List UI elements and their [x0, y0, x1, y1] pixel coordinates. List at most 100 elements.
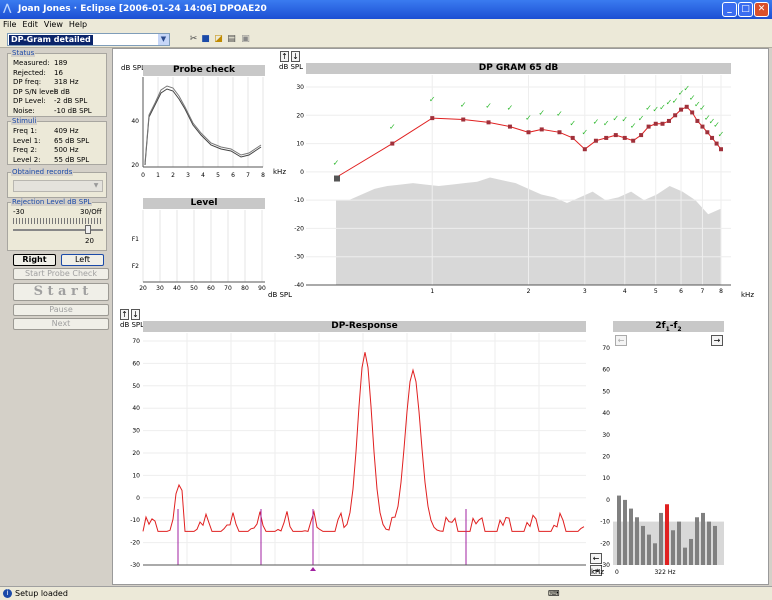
- start-probe-check-button[interactable]: Start Probe Check: [13, 268, 109, 280]
- data-point: [700, 124, 705, 129]
- harmonic-bar: [689, 538, 693, 565]
- x-tick-label: 6: [231, 172, 235, 179]
- pause-button[interactable]: Pause: [13, 304, 109, 316]
- obtained-records-group: Obtained records ▼: [7, 168, 107, 198]
- harmonic-bar: [659, 512, 663, 565]
- harmonic-bar: [623, 499, 627, 565]
- menu-view[interactable]: View: [41, 19, 66, 30]
- y-tick-label: 20: [602, 454, 610, 461]
- records-select[interactable]: ▼: [13, 180, 103, 192]
- rejection-slider-thumb[interactable]: [85, 225, 91, 234]
- data-point: [430, 116, 435, 121]
- keyboard-icon: ⌨: [548, 589, 560, 598]
- harmonic-bar: [701, 512, 705, 565]
- data-point: [705, 130, 710, 135]
- check-mark: ✓: [645, 104, 652, 113]
- harmonic-bar: [647, 534, 651, 565]
- row-label: F1: [132, 236, 139, 243]
- data-point: [613, 133, 618, 138]
- status-group: Status Measured: 189 Rejected: 16 DP freq: 31…: [7, 49, 107, 117]
- data-point: [660, 121, 665, 126]
- check-mark: ✓: [429, 95, 436, 104]
- check-mark: ✓: [333, 159, 340, 168]
- harmonic-bar: [683, 547, 687, 565]
- check-mark: ✓: [612, 114, 619, 123]
- harmonic-bar: [641, 525, 645, 565]
- y-tick-label: -20: [294, 225, 304, 232]
- left-ear-button[interactable]: Left: [61, 254, 104, 266]
- menu-file[interactable]: File: [0, 19, 19, 30]
- kv-label: Rejected:: [13, 68, 46, 77]
- kv-row: DP S/N level: 8 dB: [13, 87, 70, 96]
- view-select-value: DP-Gram detailed: [9, 35, 93, 45]
- menu-edit[interactable]: Edit: [19, 19, 41, 30]
- response-scroll-up-button[interactable]: ↑: [120, 309, 129, 320]
- harmonic-bar: [617, 495, 621, 565]
- kv-row: Measured: 189: [13, 59, 67, 67]
- y-tick-label: -40: [294, 282, 304, 289]
- kv-row: DP Level: -2 dB SPL: [13, 97, 87, 105]
- tools-icon[interactable]: ✂: [188, 33, 199, 45]
- check-mark: ✓: [569, 119, 576, 128]
- row-label: F2: [132, 263, 139, 270]
- edit-icon[interactable]: ◪: [213, 33, 224, 45]
- data-point: [461, 117, 466, 122]
- response-scroll-down-button[interactable]: ↓: [131, 309, 140, 320]
- scroll-down-button[interactable]: ↓: [291, 51, 300, 62]
- scroll-up-button[interactable]: ↑: [280, 51, 289, 62]
- data-point: [557, 130, 562, 135]
- obtained-records-title: Obtained records: [11, 168, 74, 176]
- view-select[interactable]: DP-Gram detailed ▼: [7, 33, 170, 46]
- save-icon[interactable]: ▣: [240, 33, 251, 45]
- y-tick-label: 10: [602, 475, 610, 482]
- probe-check-title: Probe check: [143, 65, 265, 76]
- report-icon[interactable]: ■: [200, 33, 211, 45]
- check-mark: ✓: [525, 113, 532, 122]
- kv-row: Rejected: 16: [13, 68, 63, 77]
- data-point: [593, 138, 598, 143]
- data-point: [507, 124, 512, 129]
- stimuli-group: Stimuli Freq 1: 409 Hz Level 1: 65 dB SPL Fr…: [7, 117, 107, 165]
- close-button[interactable]: ✕: [754, 2, 769, 17]
- menu-help[interactable]: Help: [66, 19, 90, 30]
- left-panel: Status Measured: 189 Rejected: 16 DP freq: 31…: [5, 48, 109, 585]
- kv-value: 409 Hz: [54, 127, 79, 135]
- y-tick-label: 30: [296, 84, 304, 91]
- rejection-value: 20: [85, 237, 94, 245]
- x-tick-label: 8: [261, 172, 265, 179]
- kv-row: Noise: -10 dB SPL: [13, 107, 92, 115]
- right-ear-button[interactable]: Right: [13, 254, 56, 266]
- y-tick-label: -10: [294, 197, 304, 204]
- kv-label: Measured:: [13, 59, 50, 67]
- check-mark: ✓: [630, 122, 637, 131]
- x-tick-label: 4: [201, 172, 205, 179]
- probe-xunit: kHz: [273, 168, 286, 176]
- data-point: [334, 175, 340, 182]
- data-point: [526, 130, 531, 135]
- data-point: [710, 135, 715, 140]
- response-unit-label: dB SPL: [120, 321, 145, 329]
- print-icon[interactable]: ▤: [226, 33, 237, 45]
- kv-label: DP Level:: [13, 97, 46, 105]
- harmonic-bar: [635, 517, 639, 565]
- minimize-button[interactable]: _: [722, 2, 737, 17]
- x-tick-label: 4: [623, 288, 627, 295]
- dpgram-xunit: kHz: [741, 291, 754, 299]
- kv-value: 318 Hz: [54, 78, 79, 86]
- harmonic-bar: [629, 508, 633, 565]
- harmonic-bar: [713, 525, 717, 565]
- prev-button[interactable]: ←: [615, 335, 627, 346]
- next-arrow-button[interactable]: →: [711, 335, 723, 346]
- check-mark: ✓: [389, 123, 396, 132]
- check-mark: ✓: [538, 108, 545, 117]
- data-point: [646, 124, 651, 129]
- next-button[interactable]: Next: [13, 318, 109, 330]
- x-tick-label: 40: [173, 285, 181, 292]
- kv-label: Level 2:: [13, 155, 41, 164]
- check-mark: ✓: [699, 104, 706, 113]
- maximize-button[interactable]: □: [738, 2, 753, 17]
- kv-label: DP S/N level:: [13, 87, 59, 96]
- start-button[interactable]: S t a r t: [13, 283, 109, 301]
- rejection-min-label: -30: [13, 208, 25, 216]
- chevron-down-icon[interactable]: ▼: [158, 34, 169, 45]
